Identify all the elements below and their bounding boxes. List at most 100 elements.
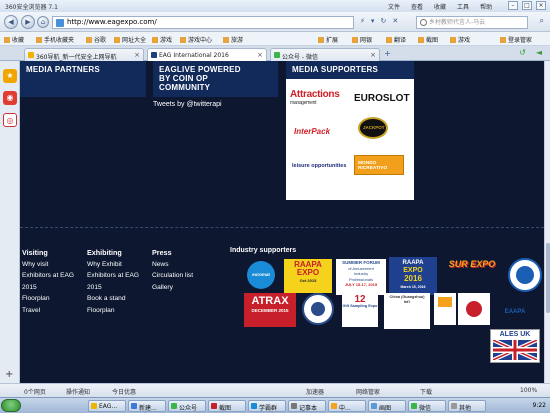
fav-item[interactable]: 谷歌 <box>86 35 106 44</box>
summer-forum-badge[interactable]: SUMMER FORUM of Amusement Industry Profe… <box>336 259 386 295</box>
footer-link[interactable]: Travel <box>22 305 74 317</box>
taskbar-item[interactable]: 微信 <box>408 400 446 412</box>
dropdown-icon[interactable]: ▾ <box>371 17 375 25</box>
raapa-expo-2016-badge[interactable]: RAAPA EXPO 2016 March 15, 2016 <box>389 257 437 295</box>
forward-icon[interactable]: ▶ <box>21 15 35 29</box>
status-item[interactable]: 今日优惠 <box>112 387 136 396</box>
eaapa-badge[interactable]: EAAPA <box>495 299 535 325</box>
fav-item[interactable]: 网银 <box>352 35 372 44</box>
euroslot-logo[interactable]: EUROSLOT <box>354 93 410 104</box>
menu-view[interactable]: 查看 <box>411 2 423 11</box>
fav-item[interactable]: 游戏 <box>152 35 172 44</box>
taskbar-item[interactable]: 新建... <box>128 400 166 412</box>
footer-link[interactable]: Floorplan <box>87 305 139 317</box>
fav-item[interactable]: 翻译 <box>386 35 406 44</box>
euromat-badge[interactable]: euromat <box>247 261 275 289</box>
ales-uk-badge[interactable]: ALES UK <box>490 329 540 363</box>
fav-item[interactable]: 旅游 <box>223 35 243 44</box>
seal-badge[interactable] <box>302 293 334 325</box>
flash-icon[interactable]: ⚡ <box>360 17 365 25</box>
clown-badge[interactable] <box>458 293 490 325</box>
footer-link[interactable]: 2015 <box>87 282 139 294</box>
raapa-expo-2015-badge[interactable]: RAAPA EXPO Oct 2015 <box>284 259 332 293</box>
app-icon[interactable]: ◎ <box>3 113 17 127</box>
sur-expo-badge[interactable]: SUR EXPO <box>441 259 503 277</box>
start-button[interactable] <box>1 399 21 412</box>
back-icon[interactable]: ◀ <box>4 15 18 29</box>
refresh-icon[interactable]: ↻ <box>380 17 386 25</box>
footer-heading: Exhibiting <box>87 248 122 257</box>
stop-icon[interactable]: ✕ <box>392 17 398 25</box>
menu-tools[interactable]: 工具 <box>457 2 469 11</box>
favorites-star-icon[interactable]: ★ <box>3 69 17 83</box>
scrollbar-thumb[interactable] <box>546 243 550 313</box>
fav-item[interactable]: 扩展 <box>318 35 338 44</box>
leisure-opportunities-logo[interactable]: leisure opportunities <box>292 163 346 169</box>
maximize-icon[interactable]: □ <box>522 1 532 10</box>
taskbar-item[interactable]: 截图 <box>208 400 246 412</box>
tab-wechat[interactable]: 公众号 - 微信 × <box>270 48 380 61</box>
status-item[interactable]: 0个网页 <box>24 387 46 396</box>
fav-item[interactable]: 游戏 <box>450 35 470 44</box>
jackpot-logo[interactable]: JACKPOT <box>358 117 388 139</box>
taskbar-item[interactable]: 画图 <box>368 400 406 412</box>
fav-item[interactable]: 收藏 <box>4 35 24 44</box>
menu-file[interactable]: 文件 <box>388 2 400 11</box>
attractions-logo[interactable]: Attractions management <box>290 89 340 106</box>
taskbar-item[interactable]: 公众号 <box>168 400 206 412</box>
taskbar-item[interactable]: 学霸群 <box>248 400 286 412</box>
undo-icon[interactable]: ↺ <box>519 48 526 57</box>
status-item[interactable]: 下载 <box>420 387 432 396</box>
status-item[interactable]: 操作通知 <box>66 387 90 396</box>
zoom-level[interactable]: 100% <box>520 387 537 394</box>
footer-link[interactable]: Why visit <box>22 259 74 271</box>
tab-close-icon[interactable]: × <box>370 51 376 59</box>
fav-item[interactable]: 登录管家 <box>500 35 532 44</box>
footer-link[interactable]: News <box>152 259 193 271</box>
footer-heading: Press <box>152 248 172 257</box>
taskbar-item[interactable]: 中... <box>328 400 366 412</box>
new-tab-button[interactable]: + <box>382 49 393 59</box>
fav-item[interactable]: 游戏中心 <box>180 35 212 44</box>
footer-link[interactable]: Gallery <box>152 282 193 294</box>
interpack-logo[interactable]: InterPack <box>294 127 330 136</box>
sidebar-add-icon[interactable]: + <box>5 369 13 380</box>
tab-eag[interactable]: EAG International 2016 × <box>147 48 267 61</box>
status-item[interactable]: 加速器 <box>306 387 324 396</box>
tab-close-icon[interactable]: × <box>257 51 263 59</box>
taskbar-item[interactable]: 其他 <box>448 400 486 412</box>
menu-help[interactable]: 帮助 <box>480 2 492 11</box>
footer-link[interactable]: Exhibitors at EAG <box>22 270 74 282</box>
taskbar-item[interactable]: 记事本 <box>288 400 326 412</box>
vertical-scrollbar[interactable] <box>544 61 550 383</box>
fav-item[interactable]: 手机收藏夹 <box>36 35 74 44</box>
search-input[interactable]: 乡村教师代言人-马云 <box>416 16 528 29</box>
search-go-icon[interactable]: ⌕ <box>540 16 544 26</box>
footer-link[interactable]: 2015 <box>22 282 74 294</box>
twitter-link[interactable]: Tweets by @twitterapi <box>153 101 222 108</box>
footer-link[interactable]: Why Exhibit <box>87 259 139 271</box>
footer-link[interactable]: Floorplan <box>22 293 74 305</box>
address-input[interactable]: http://www.eagexpo.com/ <box>52 16 354 29</box>
fav-item[interactable]: 网址大全 <box>114 35 146 44</box>
tab-close-icon[interactable]: × <box>134 51 140 59</box>
mondo-ricreativo-logo[interactable]: MONDO RICREATIVO <box>354 155 404 175</box>
tab-360-nav[interactable]: 360导航_新一代安全上网导航 × <box>24 48 144 61</box>
round-association-badge[interactable] <box>508 258 542 292</box>
footer-link[interactable]: Circulation list <box>152 270 193 282</box>
footer-link[interactable]: Exhibitors at EAG <box>87 270 139 282</box>
footer-link[interactable]: Book a stand <box>87 293 139 305</box>
status-item[interactable]: 网络管家 <box>356 387 380 396</box>
fav-item[interactable]: 截图 <box>418 35 438 44</box>
gift-sampling-expo-badge[interactable]: 12 Gift Sampling Expo <box>342 293 378 327</box>
menu-favorites[interactable]: 收藏 <box>434 2 446 11</box>
home-icon[interactable]: ⌂ <box>37 16 49 28</box>
back-arrow-icon[interactable]: ◄ <box>536 48 542 57</box>
china-guangzhou-badge[interactable]: China (Guangzhou) Int'l <box>384 293 430 329</box>
taskbar-item[interactable]: EAG... <box>88 400 126 412</box>
weibo-icon[interactable]: ◉ <box>3 91 17 105</box>
fair-flyer-badge[interactable] <box>434 293 456 325</box>
close-icon[interactable]: × <box>536 1 546 10</box>
minimize-icon[interactable]: – <box>508 1 518 10</box>
atrax-badge[interactable]: ATRAX DECEMBER 2015 <box>244 293 296 327</box>
